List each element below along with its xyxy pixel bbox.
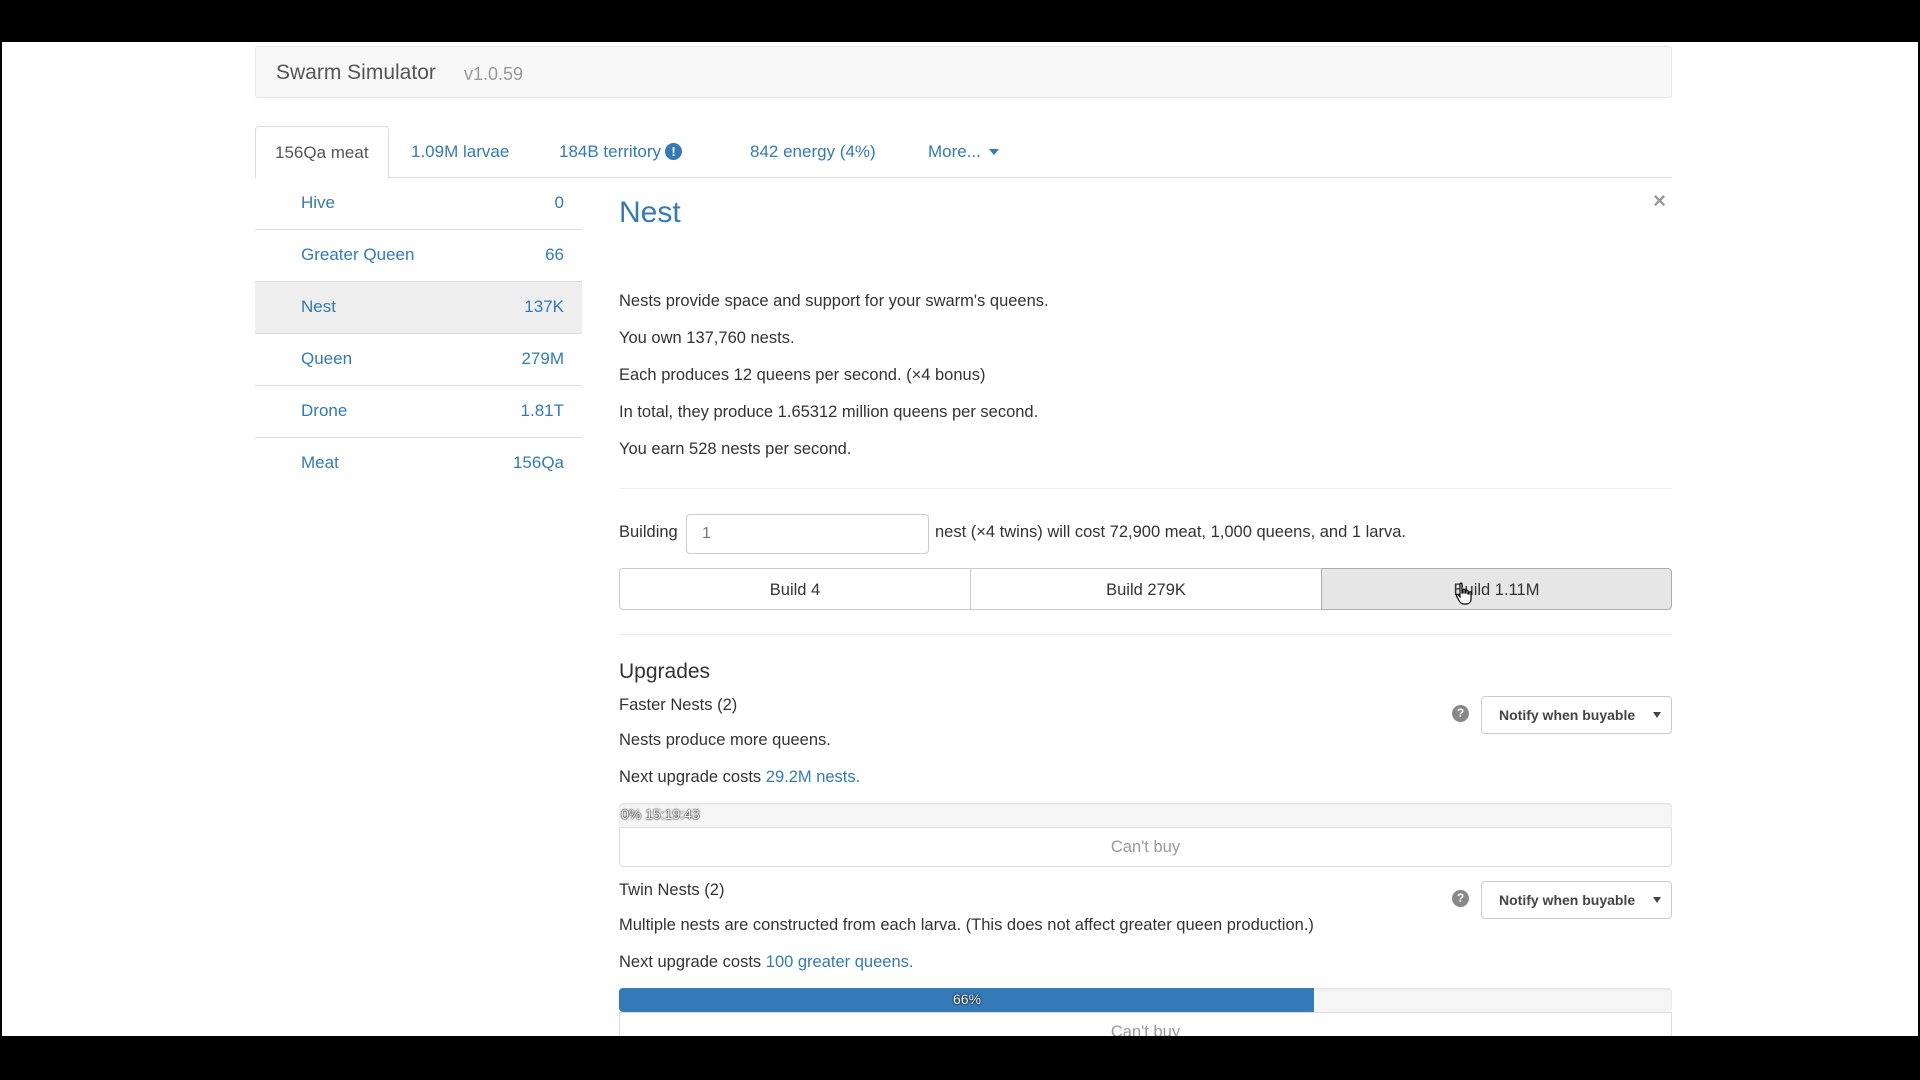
cant-buy-button[interactable]: Can't buy — [619, 827, 1672, 867]
build-quantity-input[interactable] — [686, 514, 929, 554]
divider — [619, 488, 1672, 489]
unit-description: Nests provide space and support for your… — [619, 292, 1049, 310]
top-navbar: Swarm Simulator v1.0.59 — [255, 46, 1672, 98]
build-279k-button[interactable]: Build 279K — [970, 568, 1322, 610]
tab-meat-label: 156Qa meat — [275, 143, 369, 162]
unit-production: Each produces 12 queens per second. (×4 … — [619, 366, 986, 384]
tab-energy[interactable]: 842 energy (4%) — [731, 126, 895, 178]
sidebar-item-hive[interactable]: Hive 0 — [255, 178, 582, 230]
upgrade-name: Twin Nests (2) — [619, 881, 725, 899]
tab-larvae-label: 1.09M larvae — [411, 142, 510, 161]
upgrade-progress-bar: 0% 15:19:43 — [619, 803, 1672, 827]
sidebar-item-count: 156Qa — [512, 453, 564, 472]
notify-select[interactable]: Notify when buyable — [1481, 696, 1672, 734]
build-button-group: Build 4 Build 279K Build 1.11M — [619, 568, 1672, 610]
sidebar-item-greater-queen[interactable]: Greater Queen 66 — [255, 230, 582, 282]
upgrades-heading: Upgrades — [619, 660, 711, 683]
upgrade-cost-prefix: Next upgrade costs — [619, 953, 762, 971]
unit-title: Nest — [619, 196, 681, 229]
sidebar-item-label: Queen — [301, 349, 353, 368]
upgrade-cost-prefix: Next upgrade costs — [619, 768, 762, 786]
divider — [619, 634, 1672, 635]
upgrade-description: Nests produce more queens. — [619, 731, 831, 749]
cant-buy-button[interactable]: Can't buy — [619, 1012, 1672, 1036]
sidebar-item-label: Greater Queen — [301, 245, 415, 264]
sidebar-item-nest[interactable]: Nest 137K — [255, 282, 582, 334]
upgrade-cost-link[interactable]: 100 greater queens. — [766, 953, 914, 971]
unit-owned: You own 137,760 nests. — [619, 329, 795, 347]
sidebar-item-meat[interactable]: Meat 156Qa — [255, 438, 582, 490]
sidebar-item-count: 0 — [554, 193, 564, 212]
unit-sidebar: Hive 0 Greater Queen 66 Nest 137K Queen … — [255, 178, 582, 490]
sidebar-item-count: 66 — [545, 245, 564, 264]
sidebar-item-label: Hive — [301, 193, 336, 212]
tab-more-label: More... — [928, 142, 981, 161]
app-brand[interactable]: Swarm Simulator — [276, 61, 436, 85]
build-label: Building — [619, 523, 678, 541]
notify-select[interactable]: Notify when buyable — [1481, 881, 1672, 919]
tab-larvae[interactable]: 1.09M larvae — [392, 126, 528, 178]
upgrade-name: Faster Nests (2) — [619, 696, 738, 714]
upgrade-progress-bar: 66% — [619, 988, 1672, 1012]
tab-territory[interactable]: 184B territory! — [540, 126, 701, 178]
sidebar-item-count: 137K — [524, 297, 564, 316]
upgrade-cost: Next upgrade costs 29.2M nests. — [619, 768, 860, 787]
upgrade-cost-link[interactable]: 29.2M nests. — [766, 768, 860, 786]
tab-meat[interactable]: 156Qa meat — [255, 126, 389, 179]
hand-pointer-icon — [1455, 582, 1472, 605]
video-letterbox-bottom — [0, 1036, 1920, 1080]
question-circle-icon[interactable]: ? — [1452, 705, 1469, 722]
chevron-down-icon — [988, 149, 999, 155]
sidebar-item-label: Nest — [301, 297, 336, 316]
build-4-button[interactable]: Build 4 — [619, 568, 971, 610]
sidebar-item-label: Meat — [301, 453, 339, 472]
question-circle-icon[interactable]: ? — [1452, 890, 1469, 907]
sidebar-item-count: 1.81T — [520, 401, 564, 420]
chevron-down-icon — [1653, 897, 1661, 903]
info-icon: ! — [665, 143, 683, 160]
upgrade-description: Multiple nests are constructed from each… — [619, 916, 1314, 934]
upgrade-cost: Next upgrade costs 100 greater queens. — [619, 953, 913, 972]
sidebar-item-queen[interactable]: Queen 279M — [255, 334, 582, 386]
tab-energy-label: 842 energy (4%) — [750, 142, 876, 161]
chevron-down-icon — [1653, 712, 1661, 718]
build-cost-text: nest (×4 twins) will cost 72,900 meat, 1… — [935, 523, 1406, 541]
app-page: Swarm Simulator v1.0.59 156Qa meat 1.09M… — [2, 42, 1918, 1036]
close-icon[interactable]: × — [1653, 190, 1666, 212]
unit-earn-rate: You earn 528 nests per second. — [619, 440, 852, 458]
resource-tabs: 156Qa meat 1.09M larvae 184B territory! … — [255, 126, 1672, 179]
video-letterbox-top — [0, 0, 1920, 42]
progress-label: 66% — [953, 991, 982, 1007]
unit-total-production: In total, they produce 1.65312 million q… — [619, 403, 1039, 421]
sidebar-item-drone[interactable]: Drone 1.81T — [255, 386, 582, 438]
tab-territory-label: 184B territory — [559, 142, 662, 161]
sidebar-item-label: Drone — [301, 401, 348, 420]
progress-label: 0% 15:19:43 — [621, 806, 700, 822]
app-version: v1.0.59 — [464, 64, 524, 84]
tab-more[interactable]: More... — [909, 126, 1018, 178]
build-1-11m-button[interactable]: Build 1.11M — [1321, 568, 1672, 610]
notify-select-value: Notify when buyable — [1499, 892, 1636, 908]
notify-select-value: Notify when buyable — [1499, 707, 1636, 723]
sidebar-item-count: 279M — [521, 349, 564, 368]
